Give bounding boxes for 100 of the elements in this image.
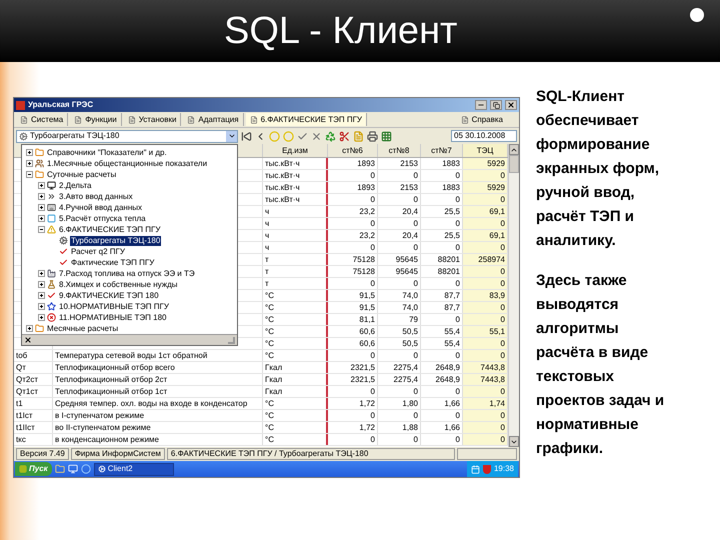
table-cell: 0 (463, 386, 508, 397)
table-cell: 0 (463, 314, 508, 325)
tree-item[interactable]: 4.Ручной ввод данных (58, 202, 144, 212)
tree-item[interactable]: Справочники "Показатели" и др. (46, 148, 168, 158)
tree-item[interactable]: Суточные расчеты (46, 170, 118, 180)
table-cell: 81,1 (328, 314, 378, 325)
table-cell: 0 (463, 350, 508, 361)
table-cell: 2275,4 (378, 374, 421, 385)
menu-item[interactable]: Адаптация (183, 113, 244, 126)
tree-item[interactable]: 7.Расход топлива на отпуск ЭЭ и ТЭ (58, 268, 196, 278)
table-cell: 0 (328, 386, 378, 397)
menu-item[interactable]: 6.ФАКТИЧЕСКИЕ ТЭП ПГУ (246, 113, 368, 126)
table-cell: 69,1 (463, 230, 508, 241)
tree-item[interactable]: Расчет q2 ПГУ (70, 246, 126, 256)
table-cell: 20,4 (378, 206, 421, 217)
tree-item[interactable]: 8.Химцех и собственные нужды (58, 280, 178, 290)
table-cell: °C (263, 350, 328, 361)
table-cell: 91,5 (328, 290, 378, 301)
table-cell: 0 (378, 350, 421, 361)
table-cell: 0 (378, 410, 421, 421)
table-cell: 0 (378, 242, 421, 253)
table-cell: Qт1ст (14, 386, 53, 397)
combobox[interactable]: Турбоагрегаты ТЭЦ-180 (16, 130, 238, 142)
table-cell: 0 (328, 410, 378, 421)
table-cell: 60,6 (328, 338, 378, 349)
table-cell: 50,5 (378, 338, 421, 349)
tree-item[interactable]: 6.ФАКТИЧЕСКИЕ ТЭП ПГУ (58, 224, 162, 234)
column-header[interactable]: Ед.изм (263, 144, 328, 157)
slide-paragraph: Здесь также выводятся алгоритмы расчёта в виде текстовых проектов задач и нормативные графики. (536, 271, 666, 459)
tree-item[interactable]: 10.НОРМАТИВНЫЕ ТЭП ПГУ (58, 302, 170, 312)
table-cell: Теплофикационный отбор 2ст (53, 374, 263, 385)
table-cell: 69,1 (463, 206, 508, 217)
table-cell: ч (263, 218, 328, 229)
status-bar-field: 6.ФАКТИЧЕСКИЕ ТЭП ПГУ / Турбоагрегаты ТЭЦ-180 (166, 448, 455, 460)
table-cell: 2275,4 (378, 362, 421, 373)
table-cell: °C (263, 290, 328, 301)
table-cell: 0 (328, 278, 378, 289)
table-cell: 1,88 (378, 422, 421, 433)
menu-item[interactable]: Установки (124, 113, 182, 126)
table-cell: 2153 (378, 158, 421, 169)
table-cell: 258974 (463, 254, 508, 265)
tree-item[interactable]: Фактические ТЭП ПГУ (70, 258, 156, 268)
tree-item[interactable]: 3.Авто ввод данных (58, 192, 134, 202)
table-cell: Температура сетевой воды 1ст обратной (53, 350, 263, 361)
table-cell: °C (263, 410, 328, 421)
table-cell: 23,2 (328, 206, 378, 217)
tree-item[interactable]: 11.НОРМАТИВНЫЕ ТЭП 180 (58, 312, 168, 322)
slide-title: SQL - Клиент (224, 12, 458, 50)
table-cell: т (263, 254, 328, 265)
table-cell: 0 (463, 242, 508, 253)
table-cell: Qт (14, 362, 53, 373)
menu-item[interactable]: Система (16, 113, 68, 126)
table-cell: тыс.кВт·ч (263, 194, 328, 205)
tree-item[interactable]: Месячные расчеты (46, 324, 120, 334)
table-cell: 1,72 (328, 398, 378, 409)
table-cell: 0 (378, 278, 421, 289)
table-cell: 0 (463, 302, 508, 313)
table-cell: °C (263, 398, 328, 409)
tree-item[interactable]: Турбоагрегаты ТЭЦ-180 (70, 236, 162, 246)
date-field[interactable]: 05 30.10.2008 (451, 130, 517, 142)
column-header[interactable]: ст№8 (378, 144, 421, 157)
tree-item[interactable]: 5.Расчёт отпуска тепла (58, 214, 147, 224)
table-cell: 0 (463, 434, 508, 445)
table-cell: 20,4 (378, 230, 421, 241)
taskbar-button[interactable]: Client2 (94, 462, 174, 476)
table-cell: ч (263, 230, 328, 241)
tree-item[interactable]: 2.Дельта (58, 180, 93, 190)
table-cell: 0 (328, 170, 378, 181)
table-cell: 2153 (378, 182, 421, 193)
table-cell: 55,1 (463, 326, 508, 337)
table-cell: °C (263, 302, 328, 313)
table-cell: 0 (328, 242, 378, 253)
menu-item[interactable]: Справка (456, 114, 507, 126)
table-cell: Теплофикационный отбор всего (53, 362, 263, 373)
table-cell: 0 (463, 170, 508, 181)
table-cell: 79 (378, 314, 421, 325)
table-cell: 1893 (328, 182, 378, 193)
table-cell: Qт2ст (14, 374, 53, 385)
table-cell: в конденсационном режиме (53, 434, 263, 445)
table-cell: t1IIст (14, 422, 53, 433)
table-cell: 0 (378, 386, 421, 397)
status-bar-field: Фирма ИнформСистем (70, 448, 165, 460)
tree-item[interactable]: 1.Месячные общестанционные показатели (46, 158, 208, 168)
column-header[interactable]: ст№6 (328, 144, 378, 157)
tree-item[interactable]: 9.ФАКТИЧЕСКИЕ ТЭП 180 (58, 290, 160, 300)
table-cell: 0 (463, 194, 508, 205)
table-cell: ч (263, 206, 328, 217)
table-cell: тыс.кВт·ч (263, 182, 328, 193)
start-button[interactable]: Пуск (15, 462, 52, 476)
table-cell: 95645 (378, 254, 421, 265)
table-cell: 1893 (328, 158, 378, 169)
table-cell: 0 (328, 194, 378, 205)
menu-item[interactable]: Функции (70, 113, 122, 126)
table-cell: 0 (378, 194, 421, 205)
table-cell: Теплофикационный отбор 1ст (53, 386, 263, 397)
status-bar-field: Версия 7.49 (16, 448, 69, 460)
table-cell: тыс.кВт·ч (263, 158, 328, 169)
column-header[interactable]: ТЭЦ (463, 144, 508, 157)
table-cell: 74,0 (378, 290, 421, 301)
table-cell: °C (263, 326, 328, 337)
